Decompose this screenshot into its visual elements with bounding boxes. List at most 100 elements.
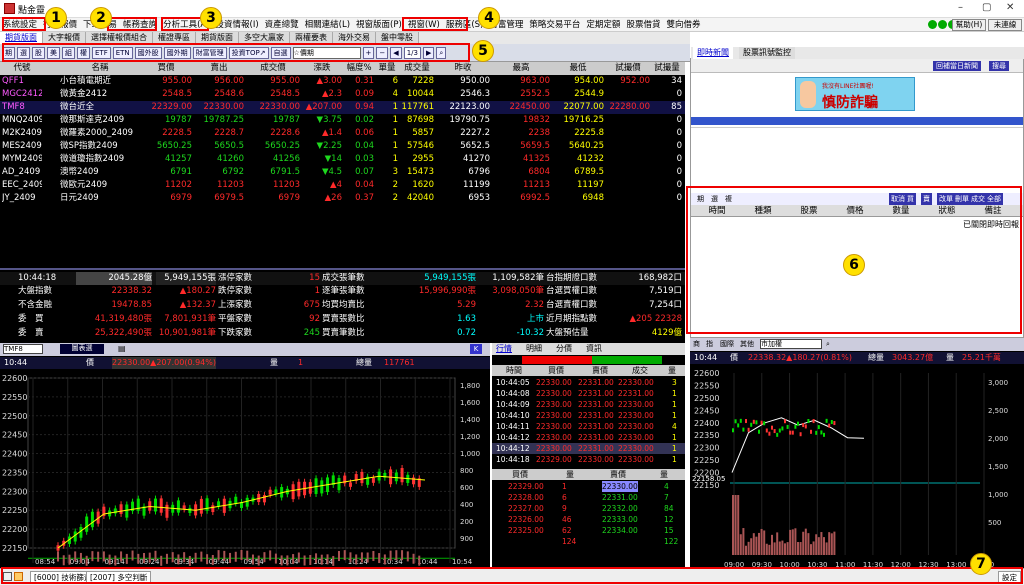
- candle-body: [732, 428, 734, 433]
- tick-tab[interactable]: 明細: [526, 343, 542, 355]
- anti-fraud-banner[interactable]: 我沒有LINE社團喔! 慎防詐騙: [795, 77, 915, 111]
- y-tick-label: 22350: [2, 468, 27, 477]
- y-tick-label: 22250: [2, 506, 27, 515]
- search-icon[interactable]: ⌕: [826, 339, 830, 350]
- tick-row[interactable]: 10:44:08 22330.00 22331.00 22331.00 1: [492, 388, 685, 399]
- quote-row[interactable]: JY_2409 日元2409 6979 6979.5 6979 ▲26 0.37 2 42040…: [0, 192, 685, 205]
- volume-bar: [332, 555, 335, 566]
- tick-tab[interactable]: 行情: [496, 343, 512, 355]
- book-row[interactable]: 22327.00 9 22332.00 84: [492, 503, 685, 514]
- minimize-icon[interactable]: –: [958, 2, 963, 13]
- column-header[interactable]: 試撮價: [606, 62, 650, 75]
- menu-regular[interactable]: 定期定額: [583, 18, 623, 32]
- tick-row[interactable]: 10:44:12 22330.00 22331.00 22330.00 1: [492, 432, 685, 443]
- book-row[interactable]: 22328.00 6 22331.00 7: [492, 492, 685, 503]
- chart-btn-other[interactable]: 其他: [740, 339, 754, 350]
- index-chart-svg[interactable]: 22600 22550 22500 22450 22400 22350 22300 22250…: [690, 365, 1024, 568]
- menu-strategy[interactable]: 策略交易平台: [526, 18, 583, 32]
- volume-bar: [820, 532, 823, 555]
- book-row[interactable]: 22329.00 1 22330.00 4: [492, 481, 685, 492]
- volume-bar: [131, 550, 134, 561]
- tick-row[interactable]: 10:44:09 22330.00 22331.00 22330.00 1: [492, 399, 685, 410]
- menu-assets[interactable]: 資產總覽: [262, 18, 302, 32]
- candle-body: [199, 498, 203, 514]
- volume-bar: [200, 551, 203, 562]
- column-header[interactable]: 賣出: [194, 62, 244, 75]
- quote-row[interactable]: QFF1 小台積電期近 955.00 956.00 955.00 ▲3.00 0.31 6 72…: [0, 75, 685, 88]
- tab-signal-monitor[interactable]: 股票訊號監控: [739, 47, 795, 59]
- quote-cell-total: 117761: [401, 102, 434, 112]
- price-chart-svg[interactable]: 22600 22550 22500 22450 22400 22350 22300 22250…: [0, 370, 490, 568]
- index-select[interactable]: 市加權: [760, 339, 822, 349]
- search-button[interactable]: 搜尋: [989, 61, 1009, 71]
- quote-cell-last: 6791.5: [270, 167, 300, 177]
- column-header[interactable]: 代號: [2, 62, 42, 75]
- quote-row[interactable]: M2K2409 微羅素2000_2409 2228.5 2228.7 2228.6 ▲1.…: [0, 127, 685, 140]
- symbol-select[interactable]: TMF8: [3, 344, 43, 354]
- reload-news-button[interactable]: 回補當日新聞: [933, 61, 981, 71]
- volume-bar: [57, 551, 59, 562]
- menu-links[interactable]: 相關連結(L): [302, 18, 353, 32]
- quote-row[interactable]: EEC_2409 微歐元2409 11202 11203 11203 ▲4 0.04 2 162…: [0, 179, 685, 192]
- quote-row[interactable]: MNQ2409 微那斯達克2409 19787 19787.25 19787 ▼3.75 0…: [0, 114, 685, 127]
- column-header[interactable]: 漲跌: [302, 62, 342, 75]
- book-row[interactable]: 22326.00 46 22333.00 12: [492, 514, 685, 525]
- y-tick-label: 22500: [2, 412, 27, 421]
- column-header[interactable]: 買價: [140, 62, 192, 75]
- y2-tick-label: 600: [460, 484, 473, 492]
- book-row[interactable]: 22325.00 62 22334.00 15: [492, 525, 685, 536]
- tick-row[interactable]: 10:44:12 22330.00 22331.00 22330.00 1: [492, 443, 685, 454]
- quote-cell-high: 5659.5: [520, 141, 550, 151]
- login-button[interactable]: 未連線: [988, 19, 1022, 31]
- close-icon[interactable]: ✕: [1006, 2, 1014, 13]
- highlight-layout-menu: [402, 17, 468, 31]
- window-title: 點金靈: [18, 6, 46, 16]
- volume-bar: [183, 552, 186, 563]
- chart-price: 22330.00▲207.00(0.94%): [112, 357, 216, 369]
- volume-bar: [372, 550, 375, 561]
- chart-select-button[interactable]: 圖表選: [60, 344, 104, 354]
- column-header[interactable]: 成交量: [400, 62, 434, 75]
- column-header[interactable]: 昨收: [436, 62, 490, 75]
- help-button[interactable]: 幫助(H): [952, 19, 986, 31]
- quote-cell-tvol: 0: [676, 167, 682, 177]
- tick-row[interactable]: 10:44:05 22330.00 22331.00 22330.00 3: [492, 377, 685, 388]
- menu-borrow[interactable]: 雙向借券: [663, 18, 703, 32]
- quote-row[interactable]: TMF8 微台近全 22329.00 22330.00 22330.00 ▲207.00 0…: [0, 101, 685, 114]
- book-row[interactable]: 124 122: [492, 536, 685, 547]
- quote-row[interactable]: MGC2412 微黃金2412 2548.5 2548.6 2548.5 ▲2.3 0.09…: [0, 88, 685, 101]
- summary-time: 10:44:18: [18, 273, 57, 283]
- quote-cell-last: 955.00: [270, 76, 300, 86]
- tick-row[interactable]: 10:44:18 22329.00 22330.00 22330.00 1: [492, 454, 685, 465]
- column-header[interactable]: 幅度%: [344, 62, 374, 75]
- quote-row[interactable]: MES2409 微SP指數2409 5650.25 5650.5 5650.25 ▼2.2…: [0, 140, 685, 153]
- chart-btn-commodity[interactable]: 商: [693, 339, 700, 350]
- tick-tab[interactable]: 分價: [556, 343, 572, 355]
- chart-type-icon[interactable]: ▤: [118, 344, 126, 353]
- tick-tab[interactable]: 資訊: [586, 343, 602, 355]
- column-header[interactable]: 最低: [552, 62, 604, 75]
- column-header[interactable]: 成交價: [246, 62, 300, 75]
- candle-body: [786, 424, 789, 429]
- chart-btn-index[interactable]: 指: [706, 339, 713, 350]
- column-header[interactable]: 試撮量: [652, 62, 682, 75]
- index-chart: 商 指 國際 其他 市加權 ⌕ 10:44 價 22338.32▲180.27(…: [690, 338, 1024, 568]
- chart-close-icon[interactable]: K: [470, 344, 482, 354]
- restore-icon[interactable]: ▢: [982, 2, 991, 13]
- chart-btn-intl[interactable]: 國際: [720, 339, 734, 350]
- column-header[interactable]: 單量: [376, 62, 398, 75]
- column-header[interactable]: 最高: [492, 62, 550, 75]
- tick-row[interactable]: 10:44:11 22330.00 22331.00 22330.00 4: [492, 421, 685, 432]
- quote-row[interactable]: MYM2409 微道瓊指數2409 41257 41260 41256 ▼14 0.03 1 2…: [0, 153, 685, 166]
- column-header[interactable]: 名稱: [60, 62, 140, 75]
- tick-row[interactable]: 10:44:10 22330.00 22331.00 22330.00 1: [492, 410, 685, 421]
- quote-cell-low: 41232: [576, 154, 604, 164]
- menu-stock-lending[interactable]: 股票借貸: [623, 18, 663, 32]
- menu-layout[interactable]: 視窗版面(P): [353, 18, 405, 32]
- candle-body: [217, 501, 221, 507]
- quote-row[interactable]: AD_2409 澳幣2409 6791 6792 6791.5 ▼4.5 0.07 3 1547…: [0, 166, 685, 179]
- summary-label: 台指期證口數: [546, 273, 598, 283]
- tab-news[interactable]: 即時新聞: [693, 47, 733, 59]
- summary-volume: 5,949,155張: [156, 272, 216, 285]
- quote-cell-tprice: 952.00: [620, 76, 650, 86]
